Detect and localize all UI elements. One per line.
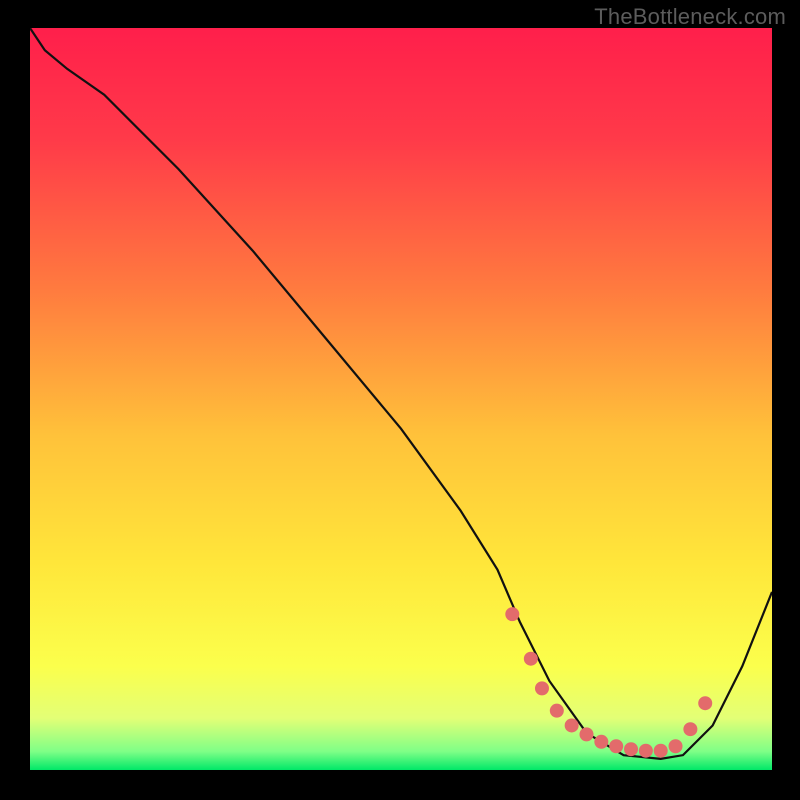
optimal-range-dot — [550, 704, 564, 718]
optimal-range-dot — [609, 739, 623, 753]
chart-frame: TheBottleneck.com — [0, 0, 800, 800]
optimal-range-dot — [535, 681, 549, 695]
optimal-range-dot — [683, 722, 697, 736]
bottleneck-curve — [30, 28, 772, 759]
optimal-range-dot — [639, 744, 653, 758]
optimal-range-dot — [505, 607, 519, 621]
chart-svg-layer — [30, 28, 772, 770]
optimal-range-dot — [624, 742, 638, 756]
watermark-text: TheBottleneck.com — [594, 4, 786, 30]
optimal-range-dot — [594, 735, 608, 749]
optimal-range-dot — [524, 652, 538, 666]
plot-area — [30, 28, 772, 770]
optimal-range-dot — [669, 739, 683, 753]
optimal-range-dot — [580, 727, 594, 741]
optimal-range-dot — [565, 718, 579, 732]
optimal-range-dot — [654, 744, 668, 758]
optimal-range-dot — [698, 696, 712, 710]
